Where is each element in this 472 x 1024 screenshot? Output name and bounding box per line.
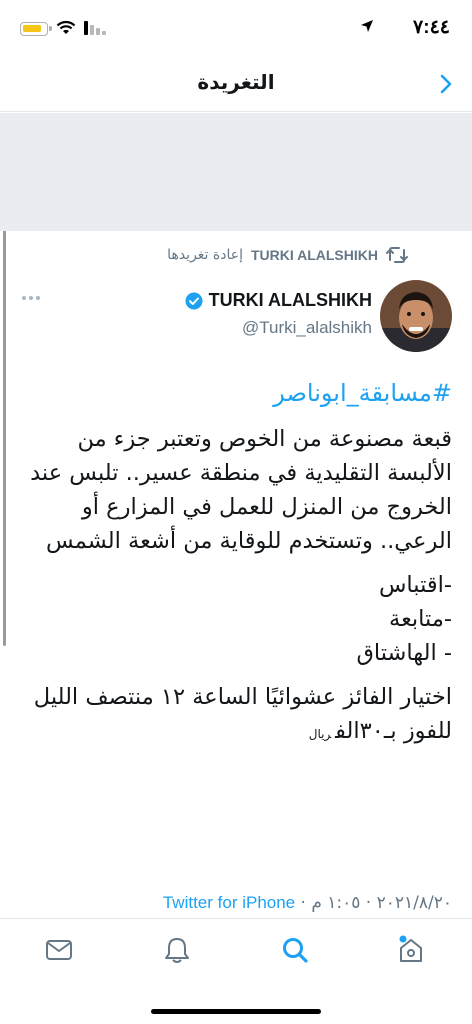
home-icon	[399, 935, 422, 962]
avatar[interactable]	[380, 280, 452, 352]
retweet-label: إعادة تغريدها	[167, 247, 243, 263]
avatar-image	[380, 280, 452, 352]
currency-label: ريال	[308, 727, 332, 741]
notifications-icon	[165, 938, 189, 963]
navigation-bar: التغريدة	[0, 56, 472, 112]
status-bar: ٧:٤٤	[0, 0, 472, 56]
tweet-paragraph: اختيار الفائز عشوائيًا الساعة ١٢ منتصف ا…	[20, 680, 452, 751]
tweet-source-link[interactable]: Twitter for iPhone	[163, 893, 295, 912]
tweet-timestamp: ٢٠٢١/٨/٢٠ · ١:٠٥ م ·	[295, 893, 452, 913]
tweet-paragraph: قبعة مصنوعة من الخوص وتعتبر جزء من الألب…	[30, 426, 452, 554]
tab-bar	[0, 918, 472, 1024]
author-name: TURKI ALALSHIKH	[208, 290, 372, 310]
cellular-signal-icon	[84, 21, 106, 35]
more-options-icon[interactable]	[22, 296, 40, 300]
tab-search[interactable]	[280, 935, 310, 965]
wifi-icon	[56, 20, 76, 34]
page-title: التغريدة	[197, 70, 275, 94]
home-indicator[interactable]	[151, 1009, 321, 1014]
media-placeholder[interactable]	[0, 113, 472, 231]
tab-home[interactable]	[396, 935, 426, 965]
search-icon	[283, 938, 308, 963]
retweeter-name: TURKI ALALSHIKH	[250, 247, 378, 263]
retweet-icon	[386, 247, 408, 263]
tab-notifications[interactable]	[162, 935, 192, 965]
author-handle[interactable]: @Turki_alalshikh	[242, 318, 372, 338]
list-item: -متابعة	[389, 606, 452, 632]
tweet-text: #مسابقة_ابوناصر قبعة مصنوعة من الخوص وتع…	[20, 376, 452, 761]
prize-text: اختيار الفائز عشوائيًا الساعة ١٢ منتصف ا…	[33, 684, 452, 744]
status-time: ٧:٤٤	[413, 17, 450, 38]
battery-icon	[20, 22, 52, 36]
messages-icon	[46, 940, 72, 960]
location-arrow-icon	[361, 20, 373, 32]
author-name-row[interactable]: TURKI ALALSHIKH	[185, 290, 372, 311]
list-item: - الهاشتاق	[356, 640, 452, 666]
list-item: -اقتباس	[378, 572, 452, 598]
back-button[interactable]	[434, 72, 458, 96]
verified-badge-icon	[185, 292, 203, 309]
hashtag-link[interactable]: #مسابقة_ابوناصر	[20, 376, 452, 410]
retweet-context[interactable]: TURKI ALALSHIKH إعادة تغريدها	[167, 246, 408, 264]
tweet-meta: ٢٠٢١/٨/٢٠ · ١:٠٥ م · Twitter for iPhone	[163, 893, 452, 913]
tweet-list: -اقتباس -متابعة - الهاشتاق	[20, 568, 452, 670]
tab-messages[interactable]	[44, 935, 74, 965]
